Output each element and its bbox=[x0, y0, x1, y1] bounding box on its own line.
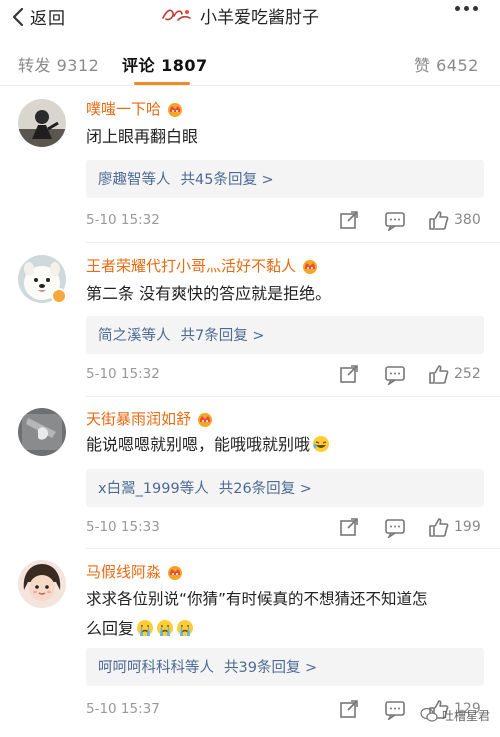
timestamp: 5-10 15:32 bbox=[86, 212, 160, 228]
laughing-emoji-icon bbox=[313, 436, 330, 452]
comment-text: 闭上眼再翻白眼 bbox=[86, 127, 199, 146]
crying-emoji-icon bbox=[157, 620, 174, 636]
crown-badge-icon bbox=[168, 565, 183, 580]
chevron-left-icon bbox=[12, 7, 24, 26]
thumbs-up-icon[interactable] bbox=[428, 516, 450, 538]
reply-count: 共39条回复 > bbox=[224, 660, 318, 676]
divider bbox=[86, 548, 500, 549]
avatar[interactable] bbox=[18, 99, 66, 147]
like-count: 252 bbox=[454, 366, 481, 382]
username[interactable]: 天街暴雨润如舒 bbox=[86, 408, 215, 429]
tab-likes[interactable]: 赞 6452 bbox=[414, 52, 479, 76]
repost-icon[interactable] bbox=[338, 209, 360, 231]
username[interactable]: 马假线阿淼 bbox=[86, 561, 185, 582]
comment-icon[interactable] bbox=[384, 209, 406, 231]
repost-icon[interactable] bbox=[338, 363, 360, 385]
watermark: 吐槽星君 bbox=[420, 706, 490, 724]
replies-link[interactable]: x白翯_1999等人 共26条回复 > bbox=[86, 469, 484, 507]
author-signature-icon bbox=[162, 8, 191, 21]
reply-users: x白翯_1999等人 bbox=[98, 481, 209, 497]
crying-emoji-icon bbox=[137, 620, 154, 636]
comment-icon[interactable] bbox=[384, 516, 406, 538]
repost-icon[interactable] bbox=[338, 516, 360, 538]
wechat-logo-icon bbox=[420, 707, 438, 722]
comment-icon[interactable] bbox=[384, 698, 406, 720]
comment-meta: 5-10 15:32 380 bbox=[86, 209, 486, 233]
reply-users: 简之溪等人 bbox=[98, 328, 171, 344]
username[interactable]: 王者荣耀代打小哥灬活好不黏人 bbox=[86, 255, 320, 276]
crying-emoji-icon bbox=[177, 620, 194, 636]
crown-badge-icon bbox=[198, 412, 213, 427]
divider bbox=[86, 242, 500, 243]
avatar-image bbox=[18, 560, 66, 608]
reply-count: 共7条回复 > bbox=[180, 328, 265, 344]
tab-comments[interactable]: 评论 1807 bbox=[122, 52, 208, 76]
replies-link[interactable]: 廖趣智等人 共45条回复 > bbox=[86, 160, 484, 198]
timestamp: 5-10 15:33 bbox=[86, 519, 160, 535]
top-nav-bar: 返回 小羊爱吃酱肘子 bbox=[0, 0, 500, 32]
more-dots-icon[interactable] bbox=[455, 6, 478, 11]
page-title-text: 小羊爱吃酱肘子 bbox=[200, 8, 319, 28]
replies-link[interactable]: 呵呵呵科科科等人 共39条回复 > bbox=[86, 648, 484, 686]
avatar-image bbox=[18, 408, 66, 456]
replies-link[interactable]: 简之溪等人 共7条回复 > bbox=[86, 316, 484, 354]
reply-users: 呵呵呵科科科等人 bbox=[98, 660, 214, 676]
page-title: 小羊爱吃酱肘子 bbox=[160, 3, 319, 28]
thumbs-up-icon[interactable] bbox=[428, 209, 450, 231]
comment-text: 求求各位别说“你猜”有时候真的不想猜还不知道怎 么回复 bbox=[86, 590, 428, 638]
avatar[interactable] bbox=[18, 408, 66, 456]
username[interactable]: 噗嗤一下哈 bbox=[86, 98, 185, 119]
crown-badge-icon bbox=[303, 259, 318, 274]
reply-count: 共45条回复 > bbox=[180, 172, 274, 188]
active-tab-indicator bbox=[134, 82, 190, 85]
thumbs-up-icon[interactable] bbox=[428, 363, 450, 385]
avatar-image bbox=[18, 99, 66, 147]
reply-count: 共26条回复 > bbox=[218, 481, 312, 497]
tab-reposts[interactable]: 转发 9312 bbox=[18, 52, 99, 76]
like-count: 380 bbox=[454, 212, 481, 228]
back-label: 返回 bbox=[30, 9, 66, 29]
comment-meta: 5-10 15:32 252 bbox=[86, 363, 486, 387]
timestamp: 5-10 15:37 bbox=[86, 701, 160, 717]
comment-text: 能说嗯嗯就别嗯，能哦哦就别哦 bbox=[86, 430, 486, 460]
back-button[interactable]: 返回 bbox=[10, 4, 66, 29]
repost-icon[interactable] bbox=[338, 698, 360, 720]
tab-bar: 转发 9312 评论 1807 赞 6452 bbox=[0, 40, 500, 86]
crown-badge-icon bbox=[168, 102, 183, 117]
like-count: 199 bbox=[454, 519, 481, 535]
reply-users: 廖趣智等人 bbox=[98, 172, 171, 188]
comment-icon[interactable] bbox=[384, 363, 406, 385]
comment-meta: 5-10 15:33 199 bbox=[86, 516, 486, 540]
comment-text: 第二条 没有爽快的答应就是拒绝。 bbox=[86, 284, 332, 303]
timestamp: 5-10 15:32 bbox=[86, 366, 160, 382]
verified-badge-icon bbox=[51, 288, 67, 304]
divider bbox=[86, 396, 500, 397]
avatar[interactable] bbox=[18, 560, 66, 608]
